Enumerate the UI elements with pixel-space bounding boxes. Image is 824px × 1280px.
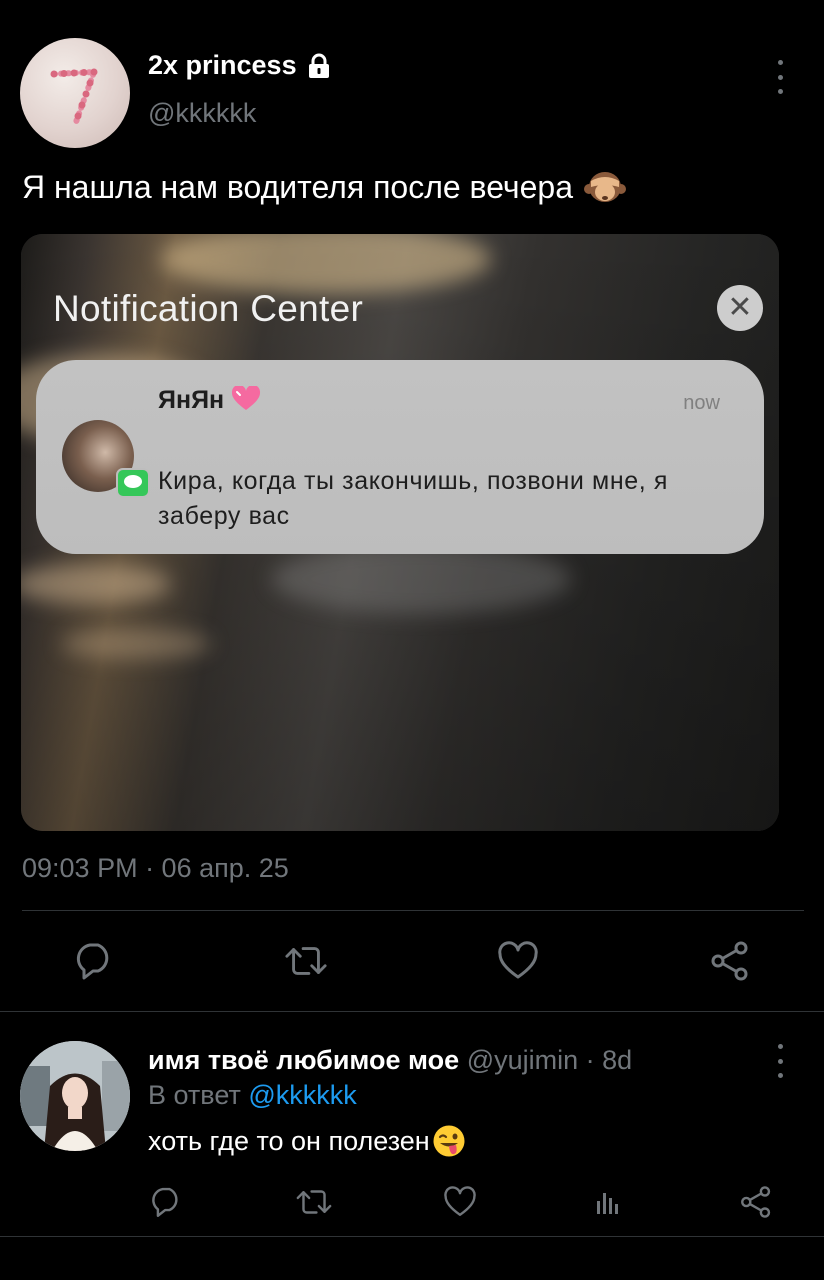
author-display-name: 2x princess [148,50,297,80]
replying-to-mention[interactable]: @kkkkkk [248,1080,356,1110]
see-no-evil-monkey-emoji [583,172,626,202]
reply-text: хоть где то он полезен [148,1124,466,1158]
share-icon [711,941,748,981]
like-button[interactable] [496,939,540,983]
reply-author-handle: @yujimin [466,1045,579,1075]
divider [0,1236,824,1237]
notification-message: Кира, когда ты закончишь, позвони мне, я… [158,467,668,530]
more-dot-icon [777,1044,783,1049]
reply-reply-button[interactable] [144,1180,188,1224]
retweet-icon [296,1190,332,1214]
notification-time: now [683,392,720,414]
lock-icon [308,53,329,78]
notification-banner: ЯнЯн now Кира, когда ты закончишь, позво… [36,360,764,554]
messages-app-icon [116,468,150,498]
author-avatar[interactable] [20,38,130,148]
reply-share-button[interactable] [734,1180,778,1224]
reply-retweet-button[interactable] [292,1180,336,1224]
retweet-button[interactable] [284,939,328,983]
more-dot-icon [777,1073,783,1078]
share-button[interactable] [708,939,752,983]
more-dot-icon [777,1058,783,1064]
reply-author-line[interactable]: имя твоё любимое мое @yujimin · 8d [148,1045,632,1076]
divider [22,910,804,911]
light-streak [271,544,571,614]
tweet-media-image[interactable]: Notification Center ✕ ЯнЯн now Кира, ког… [21,234,779,831]
heart-icon [498,941,538,979]
author-handle[interactable]: @kkkkkk [148,98,256,129]
close-icon: ✕ [717,285,763,331]
views-icon [597,1193,618,1214]
more-dot-icon [777,89,783,94]
notification-sender: ЯнЯн [158,384,261,415]
notification-sender-name: ЯнЯн [158,386,225,414]
reply-author-name: имя твоё любимое мое [148,1045,460,1075]
tweet-timestamp[interactable]: 09:03 PM · 06 апр. 25 [22,853,289,884]
divider [0,1011,824,1012]
replying-to-label: В ответ [148,1080,241,1110]
light-streak [61,629,211,659]
reply-like-button[interactable] [438,1180,482,1224]
pink-heart-emoji [232,384,261,410]
retweet-icon [285,947,327,975]
tweet-text: Я нашла нам водителя после вечера [22,167,627,207]
heart-icon [444,1186,476,1216]
reply-icon [76,943,109,980]
author-name[interactable]: 2x princess [148,50,333,81]
reply-age: · 8d [585,1045,633,1075]
avatar-seven-icon [50,68,99,125]
notification-center-title: Notification Center [53,288,364,329]
more-dot-icon [777,74,783,80]
share-icon [741,1186,771,1218]
more-options-button[interactable] [770,60,790,94]
reply-more-options-button[interactable] [770,1044,790,1078]
avatar-photo-icon [20,1041,130,1151]
reply-author-avatar[interactable] [20,1041,130,1151]
reply-views-button[interactable] [586,1180,630,1224]
reply-text-content: хоть где то он полезен [148,1125,430,1156]
tweet-text-content: Я нашла нам водителя после вечера [22,168,573,205]
reply-icon [152,1187,178,1217]
more-dot-icon [777,60,783,65]
replying-to: В ответ @kkkkkk [148,1080,357,1111]
reply-button[interactable] [72,939,116,983]
winking-face-with-tongue-emoji [433,1125,465,1157]
